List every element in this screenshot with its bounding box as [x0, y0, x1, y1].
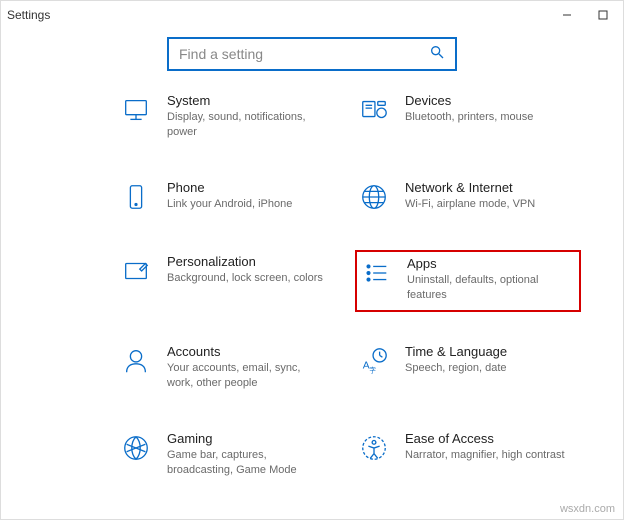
tile-text: Network & Internet Wi-Fi, airplane mode,…: [405, 180, 541, 212]
gaming-icon: [119, 431, 153, 465]
tile-ease-of-access[interactable]: Ease of Access Narrator, magnifier, high…: [355, 427, 581, 486]
search-input[interactable]: [179, 46, 429, 62]
search-icon: [429, 44, 445, 65]
tile-subtitle: Uninstall, defaults, optional features: [407, 273, 567, 303]
tile-subtitle: Speech, region, date: [405, 361, 507, 376]
tile-text: System Display, sound, notifications, po…: [167, 93, 333, 140]
tile-text: Gaming Game bar, captures, broadcasting,…: [167, 431, 333, 478]
tile-title: System: [167, 93, 327, 108]
tile-devices[interactable]: Devices Bluetooth, printers, mouse: [355, 89, 581, 148]
tile-title: Phone: [167, 180, 292, 195]
search-container: [1, 29, 623, 89]
tile-phone[interactable]: Phone Link your Android, iPhone: [117, 176, 343, 222]
tile-subtitle: Game bar, captures, broadcasting, Game M…: [167, 448, 327, 478]
minimize-button[interactable]: [553, 5, 581, 25]
tile-title: Network & Internet: [405, 180, 535, 195]
watermark: wsxdn.com: [560, 503, 615, 515]
tile-text: Phone Link your Android, iPhone: [167, 180, 298, 212]
tile-text: Ease of Access Narrator, magnifier, high…: [405, 431, 571, 463]
ease-icon: [357, 431, 391, 465]
accounts-icon: [119, 344, 153, 378]
tile-text: Personalization Background, lock screen,…: [167, 254, 329, 286]
search-box[interactable]: [167, 37, 457, 71]
tile-subtitle: Wi-Fi, airplane mode, VPN: [405, 197, 535, 212]
time-icon: A字: [357, 344, 391, 378]
tile-title: Devices: [405, 93, 533, 108]
tile-system[interactable]: System Display, sound, notifications, po…: [117, 89, 343, 148]
window-title: Settings: [7, 8, 553, 22]
svg-text:字: 字: [369, 366, 376, 375]
settings-grid: System Display, sound, notifications, po…: [1, 89, 623, 486]
titlebar: Settings: [1, 1, 623, 29]
apps-icon: [359, 256, 393, 290]
tile-title: Apps: [407, 256, 567, 271]
maximize-button[interactable]: [589, 5, 617, 25]
tile-subtitle: Your accounts, email, sync, work, other …: [167, 361, 327, 391]
tile-subtitle: Display, sound, notifications, power: [167, 110, 327, 140]
tile-title: Time & Language: [405, 344, 507, 359]
tile-title: Ease of Access: [405, 431, 565, 446]
tile-subtitle: Link your Android, iPhone: [167, 197, 292, 212]
tile-gaming[interactable]: Gaming Game bar, captures, broadcasting,…: [117, 427, 343, 486]
phone-icon: [119, 180, 153, 214]
tile-title: Gaming: [167, 431, 327, 446]
tile-text: Time & Language Speech, region, date: [405, 344, 513, 376]
tile-text: Accounts Your accounts, email, sync, wor…: [167, 344, 333, 391]
personalization-icon: [119, 254, 153, 288]
tile-network[interactable]: Network & Internet Wi-Fi, airplane mode,…: [355, 176, 581, 222]
network-icon: [357, 180, 391, 214]
tile-text: Apps Uninstall, defaults, optional featu…: [407, 256, 573, 303]
tile-subtitle: Bluetooth, printers, mouse: [405, 110, 533, 125]
devices-icon: [357, 93, 391, 127]
tile-time[interactable]: A字 Time & Language Speech, region, date: [355, 340, 581, 399]
tile-text: Devices Bluetooth, printers, mouse: [405, 93, 539, 125]
system-icon: [119, 93, 153, 127]
tile-title: Accounts: [167, 344, 327, 359]
tile-title: Personalization: [167, 254, 323, 269]
tile-apps[interactable]: Apps Uninstall, defaults, optional featu…: [355, 250, 581, 313]
tile-personalization[interactable]: Personalization Background, lock screen,…: [117, 250, 343, 313]
window-controls: [553, 5, 617, 25]
tile-accounts[interactable]: Accounts Your accounts, email, sync, wor…: [117, 340, 343, 399]
tile-subtitle: Background, lock screen, colors: [167, 271, 323, 286]
tile-subtitle: Narrator, magnifier, high contrast: [405, 448, 565, 463]
